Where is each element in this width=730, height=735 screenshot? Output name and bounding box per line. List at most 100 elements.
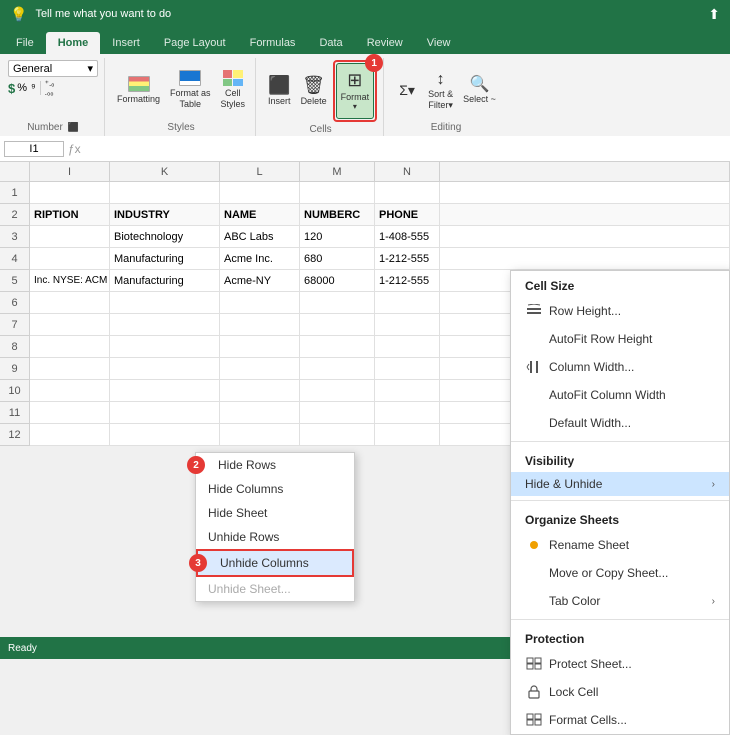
- column-width-item[interactable]: Column Width...: [511, 353, 729, 381]
- cell[interactable]: [30, 226, 110, 247]
- format-cells-item[interactable]: Format Cells...: [511, 706, 729, 734]
- find-select-btn[interactable]: 🔍 Select ~: [459, 62, 500, 118]
- cell[interactable]: Manufacturing: [110, 270, 220, 291]
- autofit-row-height-item[interactable]: AutoFit Row Height: [511, 325, 729, 353]
- row-10[interactable]: 10: [0, 380, 30, 402]
- cell: [440, 204, 730, 225]
- unhide-sheet-item[interactable]: Unhide Sheet...: [196, 577, 354, 601]
- unhide-columns-item[interactable]: 3 Unhide Columns: [196, 549, 354, 577]
- cell[interactable]: [375, 292, 440, 313]
- lock-cell-item[interactable]: Lock Cell: [511, 678, 729, 706]
- cell[interactable]: NAME: [220, 204, 300, 225]
- rename-sheet-item[interactable]: Rename Sheet: [511, 531, 729, 559]
- tell-me-text[interactable]: Tell me what you want to do: [35, 8, 700, 20]
- sum-btn[interactable]: Σ▾: [392, 62, 422, 118]
- hide-unhide-item[interactable]: Hide & Unhide ›: [511, 472, 729, 496]
- tab-formulas[interactable]: Formulas: [238, 32, 308, 54]
- format-btn[interactable]: ⊞ Format ▾: [336, 63, 375, 119]
- row-7[interactable]: 7: [0, 314, 30, 336]
- cell[interactable]: 68000: [300, 270, 375, 291]
- styles-group-label: Styles: [167, 120, 194, 136]
- cell[interactable]: 680: [300, 248, 375, 269]
- cell[interactable]: [30, 292, 110, 313]
- tab-insert[interactable]: Insert: [100, 32, 152, 54]
- cell[interactable]: [220, 292, 300, 313]
- row-11[interactable]: 11: [0, 402, 30, 424]
- tab-home[interactable]: Home: [46, 32, 101, 54]
- hide-sheet-item[interactable]: Hide Sheet: [196, 501, 354, 525]
- col-header-L[interactable]: L: [220, 162, 300, 181]
- cell[interactable]: NUMBERC: [300, 204, 375, 225]
- unhide-rows-item[interactable]: Unhide Rows: [196, 525, 354, 549]
- tab-file[interactable]: File: [4, 32, 46, 54]
- row-9[interactable]: 9: [0, 358, 30, 380]
- tab-data[interactable]: Data: [307, 32, 354, 54]
- cell-reference[interactable]: I1: [4, 141, 64, 157]
- conditional-formatting-btn[interactable]: Formatting: [113, 62, 164, 118]
- hide-rows-item[interactable]: 2 Hide Rows: [196, 453, 354, 477]
- row-height-item[interactable]: Row Height...: [511, 297, 729, 325]
- share-icon[interactable]: ⬆: [708, 6, 720, 23]
- row-1[interactable]: 1: [0, 182, 30, 204]
- cell[interactable]: [30, 182, 110, 203]
- cell[interactable]: INDUSTRY: [110, 204, 220, 225]
- cell[interactable]: 120: [300, 226, 375, 247]
- tab-color-item[interactable]: Tab Color ›: [511, 587, 729, 615]
- autofit-column-width-item[interactable]: AutoFit Column Width: [511, 381, 729, 409]
- comma-icon[interactable]: ⁹: [31, 82, 36, 94]
- cell[interactable]: [300, 292, 375, 313]
- col-header-M[interactable]: M: [300, 162, 375, 181]
- row-12[interactable]: 12: [0, 424, 30, 446]
- row-6[interactable]: 6: [0, 292, 30, 314]
- cell[interactable]: Manufacturing: [110, 248, 220, 269]
- default-width-item[interactable]: Default Width...: [511, 409, 729, 437]
- cell[interactable]: ABC Labs: [220, 226, 300, 247]
- insert-btn[interactable]: ⬛ Insert: [264, 63, 295, 119]
- cell[interactable]: RIPTION: [30, 204, 110, 225]
- cell[interactable]: [220, 182, 300, 203]
- cell[interactable]: [110, 292, 220, 313]
- format-as-table-btn[interactable]: Format asTable: [166, 62, 215, 118]
- top-bar: 💡 Tell me what you want to do ⬆: [0, 0, 730, 28]
- cell[interactable]: Biotechnology: [110, 226, 220, 247]
- col-header-K[interactable]: K: [110, 162, 220, 181]
- cell[interactable]: [300, 182, 375, 203]
- cell[interactable]: Inc. NYSE: ACM: [30, 270, 110, 291]
- row-4[interactable]: 4: [0, 248, 30, 270]
- protect-sheet-item[interactable]: Protect Sheet...: [511, 650, 729, 678]
- sort-filter-btn[interactable]: ↕ Sort &Filter▾: [424, 62, 457, 118]
- separator-3: [511, 619, 729, 620]
- row-3[interactable]: 3: [0, 226, 30, 248]
- tab-view[interactable]: View: [415, 32, 463, 54]
- move-copy-sheet-item[interactable]: Move or Copy Sheet...: [511, 559, 729, 587]
- cell[interactable]: PHONE: [375, 204, 440, 225]
- cell[interactable]: Acme-NY: [220, 270, 300, 291]
- formula-bar: I1 ƒx: [0, 136, 730, 162]
- col-header-N[interactable]: N: [375, 162, 440, 181]
- row-2[interactable]: 2: [0, 204, 30, 226]
- row-8[interactable]: 8: [0, 336, 30, 358]
- lightbulb-icon: 💡: [10, 6, 27, 23]
- cell[interactable]: 1-212-555: [375, 270, 440, 291]
- percent-icon[interactable]: %: [17, 82, 27, 94]
- cell[interactable]: [375, 182, 440, 203]
- formula-input[interactable]: [85, 142, 726, 156]
- decimal-controls[interactable]: ⁺.₀ .₀₀: [45, 79, 55, 97]
- row-5[interactable]: 5: [0, 270, 30, 292]
- cell[interactable]: [110, 182, 220, 203]
- number-format-dropdown[interactable]: General ▾: [8, 60, 98, 77]
- delete-btn[interactable]: 🗑 Delete: [297, 63, 331, 119]
- cell[interactable]: 1-212-555: [375, 248, 440, 269]
- currency-icon[interactable]: $: [8, 81, 15, 96]
- badge-1: 1: [365, 54, 383, 72]
- cell-styles-btn[interactable]: CellStyles: [217, 62, 250, 118]
- number-group: General ▾ $ % ⁹ ⁺.₀ .₀₀ Number ⬛: [2, 58, 105, 136]
- col-header-I[interactable]: I: [30, 162, 110, 181]
- hide-columns-item[interactable]: Hide Columns: [196, 477, 354, 501]
- format-cells-icon: [525, 711, 543, 729]
- cell[interactable]: Acme Inc.: [220, 248, 300, 269]
- tab-review[interactable]: Review: [355, 32, 415, 54]
- cell[interactable]: [30, 248, 110, 269]
- tab-page-layout[interactable]: Page Layout: [152, 32, 238, 54]
- cell[interactable]: 1-408-555: [375, 226, 440, 247]
